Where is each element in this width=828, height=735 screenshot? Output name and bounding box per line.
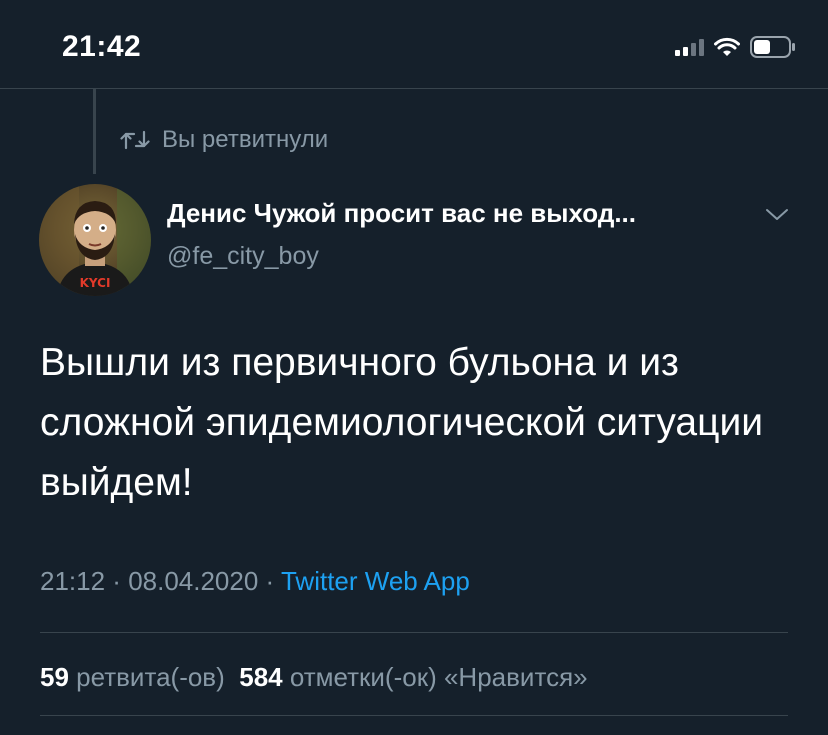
stats-divider-top bbox=[40, 632, 788, 633]
wifi-icon bbox=[714, 37, 740, 56]
signal-icon bbox=[675, 38, 704, 56]
battery-icon bbox=[750, 36, 795, 58]
meta-separator: · bbox=[258, 566, 281, 596]
meta-separator: · bbox=[105, 566, 129, 596]
thread-connector bbox=[93, 88, 96, 174]
tweet-meta: 21:12 · 08.04.2020 · Twitter Web App bbox=[40, 566, 470, 597]
tweet-text: Вышли из первичного бульона и из сложной… bbox=[40, 341, 764, 504]
retweet-banner-text: Вы ретвитнули bbox=[162, 126, 329, 153]
tweet-source-link[interactable]: Twitter Web App bbox=[281, 566, 470, 596]
stats-divider-bottom bbox=[40, 715, 788, 716]
tweet-time: 21:12 bbox=[40, 566, 106, 596]
chevron-down-icon[interactable] bbox=[764, 206, 790, 224]
avatar-shirt-text: KYCI bbox=[80, 276, 111, 290]
likes-stat[interactable]: 584 отметки(-ок) «Нравится» bbox=[239, 662, 587, 692]
tweet-stats: 59 ретвита(-ов) 584 отметки(-ок) «Нравит… bbox=[40, 662, 588, 693]
likes-count: 584 bbox=[239, 662, 283, 692]
retweets-label: ретвита(-ов) bbox=[76, 662, 225, 692]
retweet-icon bbox=[120, 130, 150, 150]
tweet-date: 08.04.2020 bbox=[128, 566, 259, 596]
retweets-stat[interactable]: 59 ретвита(-ов) bbox=[40, 662, 225, 692]
header-divider bbox=[0, 88, 828, 89]
avatar[interactable]: KYCI bbox=[39, 184, 151, 296]
author-handle[interactable]: @fe_city_boy bbox=[167, 242, 319, 271]
status-icons bbox=[675, 36, 796, 58]
status-time: 21:42 bbox=[62, 30, 142, 63]
likes-label: отметки(-ок) «Нравится» bbox=[289, 662, 588, 692]
retweets-count: 59 bbox=[40, 662, 69, 692]
retweet-banner[interactable]: Вы ретвитнули bbox=[120, 126, 328, 154]
author-display-name[interactable]: Денис Чужой просит вас не выход... bbox=[167, 198, 636, 229]
